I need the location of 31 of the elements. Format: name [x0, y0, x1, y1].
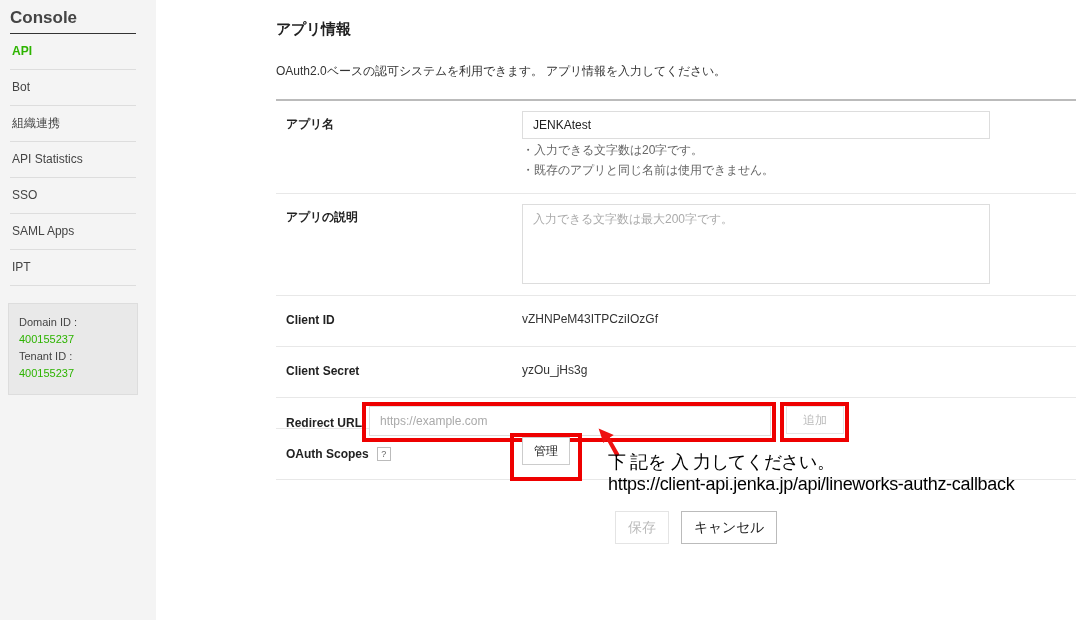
sidebar-item[interactable]: SAML Apps: [10, 214, 136, 250]
info-value: 400155237: [19, 366, 76, 381]
annotation-text: https://client-api.jenka.jp/api/lineworks-authz-callback: [608, 473, 1015, 495]
annotation-text: 下 記を 入 力してください。: [608, 451, 836, 473]
field-value: yzOu_jHs3g: [522, 363, 588, 377]
section-title: アプリ情報: [276, 20, 352, 39]
info-label: Tenant ID :: [19, 349, 74, 364]
hint-text: ・入力できる文字数は20字です。: [522, 142, 705, 159]
sidebar-item[interactable]: SSO: [10, 178, 136, 214]
description-field[interactable]: 入力できる文字数は最大200字です。: [522, 204, 990, 284]
field-label: OAuth Scopes: [286, 447, 369, 461]
sidebar-item[interactable]: IPT: [10, 250, 136, 286]
console-title: Console: [10, 8, 136, 34]
field-label: Redirect URL: [286, 416, 362, 430]
field-label: アプリの説明: [286, 209, 358, 226]
sidebar-item[interactable]: 組織連携: [10, 106, 136, 142]
field-value: vZHNPeM43ITPCziIOzGf: [522, 312, 659, 326]
hint-text: ・既存のアプリと同じ名前は使用できません。: [522, 162, 775, 179]
redirect-url-field[interactable]: https://example.com: [369, 406, 771, 436]
info-label: Domain ID :: [19, 315, 79, 330]
field-label: Client Secret: [286, 364, 360, 378]
manage-button[interactable]: 管理: [522, 437, 570, 465]
field-label: アプリ名: [286, 116, 334, 133]
info-value: 400155237: [19, 332, 76, 347]
cancel-button[interactable]: キャンセル: [681, 511, 777, 544]
app-name-field[interactable]: JENKAtest: [522, 111, 990, 139]
sidebar-item[interactable]: Bot: [10, 70, 136, 106]
sidebar-item[interactable]: API Statistics: [10, 142, 136, 178]
help-icon[interactable]: ?: [376, 447, 391, 461]
section-description: OAuth2.0ベースの認可システムを利用できます。 アプリ情報を入力してください。: [276, 63, 728, 80]
field-label: Client ID: [286, 313, 335, 327]
